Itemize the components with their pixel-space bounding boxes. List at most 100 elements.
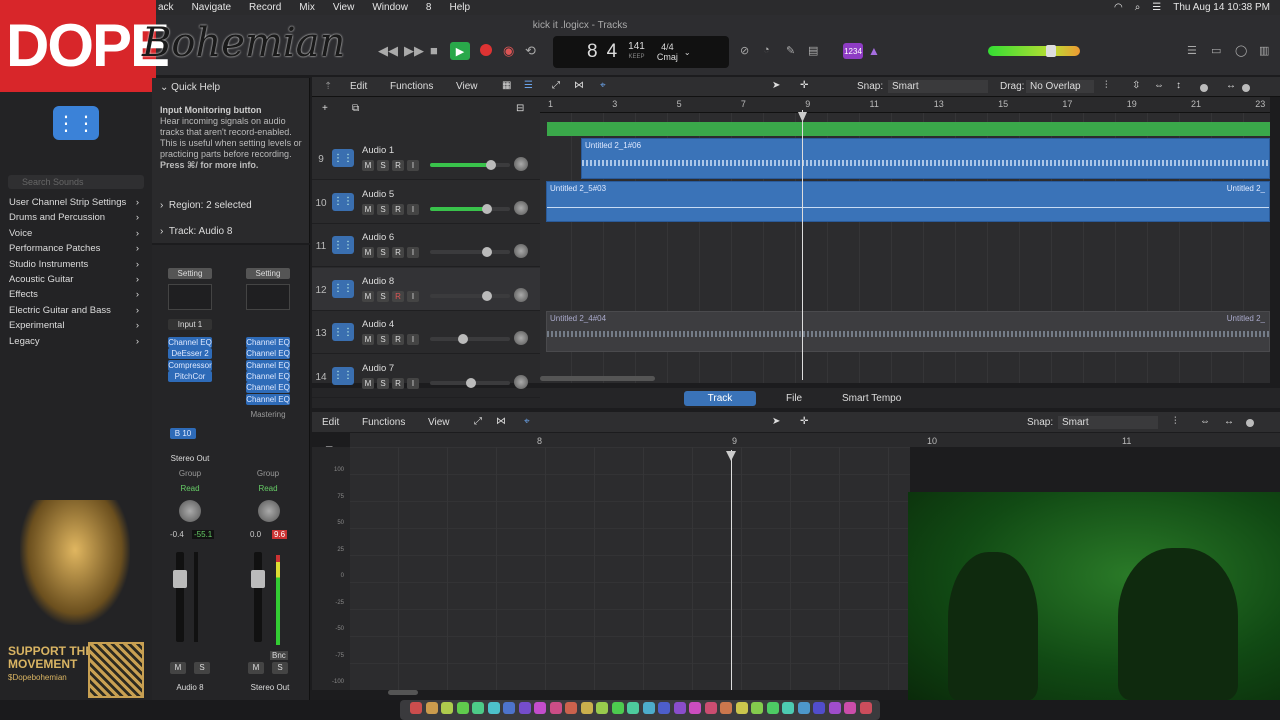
track-s-button[interactable]: S [377, 334, 389, 345]
editor-waveform-zoom-icon[interactable]: ⫶ [1174, 416, 1177, 427]
tracks-edit-menu[interactable]: Edit [350, 81, 367, 92]
editor-crosshair-icon[interactable]: ✛ [800, 416, 808, 427]
inspector-track[interactable]: › Track: Audio 8 [160, 226, 232, 237]
track-pan-knob[interactable] [514, 287, 528, 302]
metronome-icon[interactable]: ▲ [868, 44, 880, 58]
list-view-icon[interactable]: ☰ [524, 80, 533, 91]
plugin-slot[interactable]: Channel EQ [246, 393, 290, 405]
editor-flex-icon[interactable]: ⋈ [496, 416, 506, 427]
strip-left-automation[interactable]: Read [168, 484, 212, 493]
dock-app-icon[interactable] [596, 702, 608, 714]
editor-pointer-icon[interactable]: ➤ [772, 416, 780, 427]
plugin-slot[interactable]: Channel EQ [246, 348, 290, 360]
capture-record-icon[interactable]: ◉ [503, 43, 514, 59]
track-i-button[interactable]: I [407, 334, 419, 345]
track-volume-slider[interactable] [430, 163, 510, 167]
strip-left-setting[interactable]: Setting [168, 268, 212, 279]
editor-playhead[interactable] [731, 450, 732, 690]
strip-right-peak[interactable]: 9.6 [272, 530, 288, 539]
library-item[interactable]: Electric Guitar and Bass › [9, 305, 139, 316]
plugin-slot[interactable]: Compressor [168, 359, 212, 371]
dock-app-icon[interactable] [766, 702, 779, 714]
track-m-button[interactable]: M [362, 160, 374, 171]
menu-navigate[interactable]: Navigate [192, 2, 231, 13]
library-item[interactable]: Drums and Percussion › [9, 212, 139, 223]
library-item[interactable]: Acoustic Guitar › [9, 274, 139, 285]
strip-left-group[interactable]: Group [168, 469, 212, 478]
snap-select[interactable]: Smart [888, 80, 988, 93]
strip-right-solo[interactable]: S [272, 662, 288, 674]
strip-left-output[interactable]: Stereo Out [168, 453, 212, 464]
vertical-zoom-icon[interactable]: ⇳ [1132, 80, 1140, 91]
strip-left-input[interactable]: Input 1 [168, 319, 212, 330]
dock-app-icon[interactable] [565, 702, 577, 714]
timeline-ruler[interactable] [540, 97, 1270, 113]
tab-smart-tempo[interactable]: Smart Tempo [832, 391, 911, 406]
editor-automation-icon[interactable]: ⤢ [474, 416, 482, 427]
strip-right-fader-cap[interactable] [251, 570, 265, 588]
replace-icon[interactable]: ⊘ [740, 44, 749, 57]
lcd-display[interactable]: 8 4 141 KEEP 4/4 Cmaj ⌄ [553, 36, 729, 68]
dock-app-icon[interactable] [503, 702, 515, 714]
dock-app-icon[interactable] [549, 702, 562, 714]
master-volume-handle[interactable] [1046, 45, 1056, 57]
track-name[interactable]: Audio 4 [362, 319, 394, 330]
dock-app-icon[interactable] [534, 702, 546, 714]
drag-select[interactable]: No Overlap [1026, 80, 1094, 93]
menu-help[interactable]: Help [449, 2, 470, 13]
menu-window[interactable]: Window [372, 2, 408, 13]
audio-editor-area[interactable] [350, 447, 910, 690]
dock-app-icon[interactable] [689, 702, 701, 714]
cycle-icon[interactable]: ⟲ [525, 43, 536, 59]
tuner-icon[interactable]: ◔ [763, 44, 770, 56]
audio-region-2[interactable]: Untitled 2_5#03 Untitled 2_ [546, 181, 1270, 222]
menu-mix[interactable]: Mix [299, 2, 315, 13]
strip-right-bounce[interactable]: Bnc [270, 651, 288, 660]
track-volume-handle[interactable] [482, 203, 492, 214]
track-i-button[interactable]: I [407, 160, 419, 171]
track-s-button[interactable]: S [377, 160, 389, 171]
dock-app-icon[interactable] [844, 702, 856, 714]
horizontal-zoom-icon[interactable]: ⇔ [1154, 80, 1164, 91]
plugin-slot[interactable]: PitchCor [168, 370, 212, 382]
track-row[interactable]: 14 ⋮⋮ Audio 7 MSRI [312, 355, 540, 398]
track-m-button[interactable]: M [362, 203, 374, 215]
editor-view-menu[interactable]: View [428, 417, 450, 428]
loops-icon[interactable]: ◯ [1235, 44, 1247, 57]
edit-tool-icon[interactable]: ✎ [786, 44, 795, 57]
track-volume-handle[interactable] [486, 160, 496, 170]
notepad-icon[interactable]: ▭ [1211, 44, 1221, 57]
editor-zoom-icon[interactable]: ⇔ [1200, 416, 1210, 427]
tracks-functions-menu[interactable]: Functions [390, 81, 433, 92]
track-pan-knob[interactable] [514, 157, 528, 171]
track-s-button[interactable]: S [377, 290, 389, 302]
dock-app-icon[interactable] [410, 702, 422, 714]
audio-track-icon[interactable]: ⋮⋮ [332, 149, 354, 167]
strip-left-volume[interactable]: -0.4 [170, 530, 184, 539]
menu-view[interactable]: View [333, 2, 355, 13]
menubar-clock[interactable]: Thu Aug 14 10:38 PM [1173, 2, 1270, 13]
track-volume-slider[interactable] [430, 293, 510, 298]
track-height-icon[interactable]: ↕ [1176, 80, 1181, 91]
editor-zoom-handle[interactable] [1246, 419, 1254, 427]
strip-left-solo[interactable]: S [194, 662, 210, 674]
menu-record[interactable]: Record [249, 2, 281, 13]
play-button[interactable]: ▶ [450, 42, 470, 60]
track-r-button[interactable]: R [392, 377, 404, 389]
track-volume-handle[interactable] [466, 377, 476, 388]
editor-scrollbar[interactable] [388, 690, 418, 695]
grid-view-icon[interactable]: ▦ [502, 80, 511, 91]
chevron-down-icon[interactable]: ⌄ [684, 48, 691, 57]
track-r-button[interactable]: R [392, 203, 404, 215]
track-volume-handle[interactable] [482, 247, 492, 257]
horizontal-scrollbar[interactable] [540, 376, 655, 381]
library-item[interactable]: Voice › [9, 228, 139, 239]
dock-app-icon[interactable] [673, 702, 686, 714]
automation-icon[interactable]: ⤢ [552, 80, 560, 91]
track-i-button[interactable]: I [407, 203, 419, 215]
dock-app-icon[interactable] [859, 702, 872, 714]
tab-file[interactable]: File [776, 391, 812, 406]
track-r-button[interactable]: R [392, 334, 404, 345]
track-name[interactable]: Audio 8 [362, 276, 394, 287]
strip-left-fader[interactable] [176, 552, 184, 642]
